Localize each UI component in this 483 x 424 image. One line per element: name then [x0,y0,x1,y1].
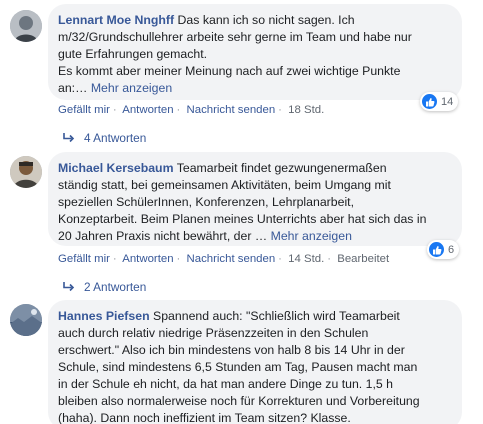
comment-author[interactable]: Hannes Piefsen [58,309,150,323]
send-message-link[interactable]: Nachricht senden [187,253,276,265]
reply-link[interactable]: Antworten [122,253,173,265]
comment-text-line: 20 Jahren Praxis nicht bewährt, der … [58,229,271,243]
comment-text-line: in der Schule eh nicht, da hat man ander… [58,377,393,391]
reply-arrow-icon [63,282,75,292]
comment-text-line: erschwert." Also ich bin mindestens von … [58,343,405,357]
edited-label[interactable]: Bearbeitet [337,253,389,265]
replies-count-label[interactable]: 4 Antworten [84,131,146,145]
reply-arrow-icon [63,133,75,143]
comment-text-line: speziellen SchülerInnen, Konferenzen, Le… [58,195,355,209]
comment-bubble: Hannes Piefsen Spannend auch: "Schließli… [48,300,462,424]
comment-author[interactable]: Lennart Moe Nnghff [58,13,174,27]
comment-text-line: bleiben also normalerweise noch für Korr… [58,394,420,408]
reaction-summary[interactable]: 14 [420,92,459,111]
comment-text-line: Spannend auch: "Schließlich wird Teamarb… [153,309,400,323]
reply-link[interactable]: Antworten [122,104,173,116]
view-replies-link[interactable]: 2 Antworten [62,280,146,294]
avatar[interactable] [10,10,42,42]
reaction-count: 6 [448,243,455,256]
comment-text-line: an:… [58,81,91,95]
reaction-summary[interactable]: 6 [427,240,460,259]
comment-feed: Lennart Moe Nnghff Das kann ich so nicht… [0,0,483,424]
reaction-count: 14 [441,95,454,108]
comment-text-line: m/32/Grundschullehrer arbeite sehr gerne… [58,30,412,44]
comment-text-line: (haha). Dann noch ineffizient im Team si… [58,411,351,424]
comment-bubble: Lennart Moe Nnghff Das kann ich so nicht… [48,4,462,100]
send-message-link[interactable]: Nachricht senden [187,104,276,116]
comment-bubble: Michael Kersebaum Teamarbeit findet gezw… [48,152,462,246]
avatar[interactable] [10,156,42,188]
timestamp[interactable]: 18 Std. [288,104,324,116]
comment-text-line: Teamarbeit findet gezwungenermaßen [176,161,387,175]
avatar[interactable] [10,304,42,336]
comment-text-line: Es kommt aber meiner Meinung nach auf zw… [58,64,401,78]
comment-text-line: auch durch relativ niedrige Präsenzzeite… [58,326,369,340]
like-icon [429,242,444,257]
comment-text-line: gute Erfahrungen gemacht. [58,47,208,61]
comment-author[interactable]: Michael Kersebaum [58,161,174,175]
view-replies-link[interactable]: 4 Antworten [62,131,146,145]
like-link[interactable]: Gefällt mir [58,104,110,116]
comment-actions: Gefällt mir · Antworten · Nachricht senden… [58,104,325,116]
see-more-link[interactable]: Mehr anzeigen [271,229,352,243]
comment-actions: Gefällt mir · Antworten · Nachricht senden… [58,253,390,265]
comment-text-line: Konzeptarbeit. Beim Planen meines Unterr… [58,212,427,226]
see-more-link[interactable]: Mehr anzeigen [91,81,172,95]
like-icon [422,94,437,109]
comment-text-line: Das kann ich so nicht sagen. Ich [177,13,355,27]
timestamp[interactable]: 14 Std. [288,253,324,265]
comment-text-line: ständig statt, bei gemeinsamen Aktivität… [58,178,391,192]
replies-count-label[interactable]: 2 Antworten [84,280,146,294]
like-link[interactable]: Gefällt mir [58,253,110,265]
comment-text-line: Schule, sind mindestens 6,5 Stunden am T… [58,360,418,374]
